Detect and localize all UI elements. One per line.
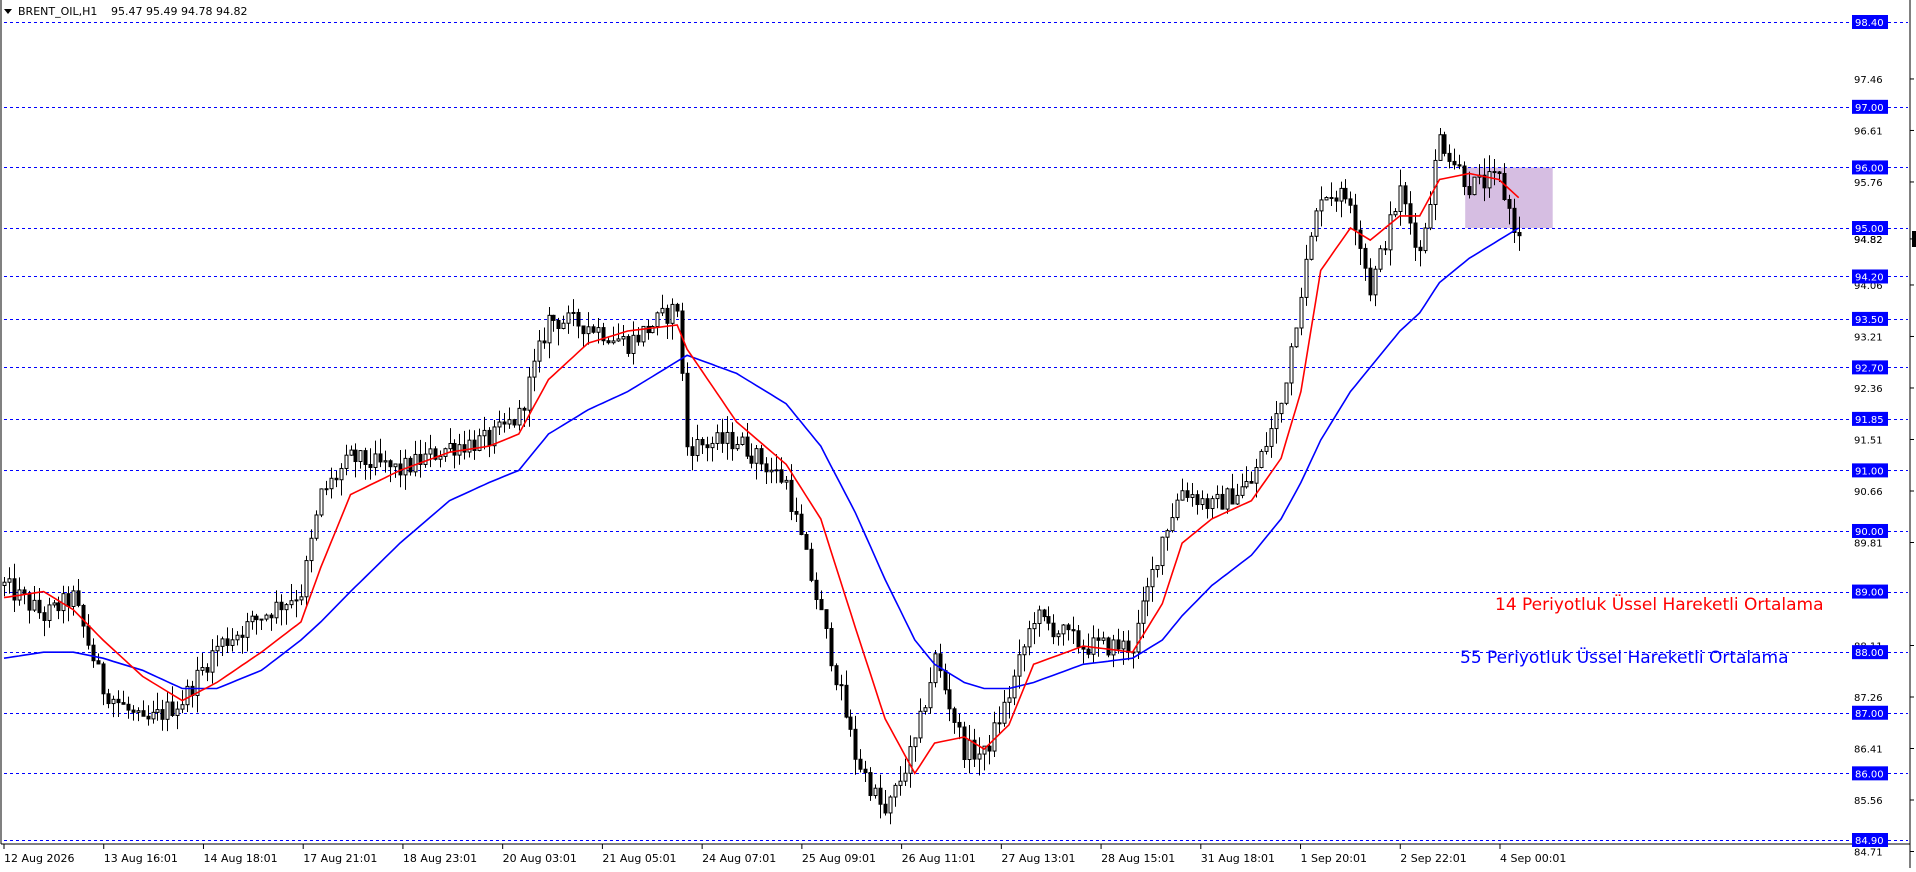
x-tick-label: 14 Aug 18:01 bbox=[203, 852, 277, 865]
level-label: 92.70 bbox=[1855, 363, 1884, 374]
x-tick-label: 21 Aug 05:01 bbox=[602, 852, 676, 865]
x-tick-label: 4 Sep 00:01 bbox=[1500, 852, 1566, 865]
chart: 97.46 96.61 95.76 94.82 94.06 93.21 92.36 91.51… bbox=[0, 0, 1916, 868]
x-tick-label: 20 Aug 03:01 bbox=[503, 852, 577, 865]
x-tick-label: 27 Aug 13:01 bbox=[1001, 852, 1075, 865]
y-tick-label: 91.51 bbox=[1854, 435, 1883, 446]
level-label: 89.00 bbox=[1855, 588, 1884, 599]
y-tick-label: 84.71 bbox=[1854, 848, 1883, 859]
level-label: 88.00 bbox=[1855, 648, 1884, 659]
symbol-header: BRENT_OIL,H1 bbox=[18, 5, 97, 18]
x-tick-label: 1 Sep 20:01 bbox=[1301, 852, 1367, 865]
candle bbox=[1259, 449, 1264, 469]
x-tick-label: 12 Aug 2026 bbox=[4, 852, 74, 865]
candle bbox=[319, 488, 324, 518]
x-tick-label: 25 Aug 09:01 bbox=[802, 852, 876, 865]
legend-ema14: 14 Periyotluk Üssel Hareketli Ortalama bbox=[1495, 593, 1824, 615]
candle bbox=[933, 649, 938, 688]
candle bbox=[1106, 636, 1111, 658]
x-tick-label: 28 Aug 15:01 bbox=[1101, 852, 1175, 865]
x-tick-label: 26 Aug 11:01 bbox=[902, 852, 976, 865]
level-label: 90.00 bbox=[1855, 527, 1884, 538]
level-label: 97.00 bbox=[1855, 103, 1884, 114]
level-label: 87.00 bbox=[1855, 709, 1884, 720]
x-tick-label: 2 Sep 22:01 bbox=[1400, 852, 1466, 865]
level-label: 98.40 bbox=[1855, 18, 1884, 29]
last-price-label: 94.82 bbox=[1854, 235, 1883, 246]
candle bbox=[1378, 245, 1383, 273]
y-tick-label: 95.76 bbox=[1854, 178, 1883, 189]
legend-ema55: 55 Periyotluk Üssel Hareketli Ortalama bbox=[1460, 646, 1789, 668]
level-label: 86.00 bbox=[1855, 769, 1884, 780]
x-tick-label: 13 Aug 16:01 bbox=[104, 852, 178, 865]
level-label: 95.00 bbox=[1855, 224, 1884, 235]
candle bbox=[685, 362, 690, 456]
candle bbox=[1314, 207, 1319, 242]
candle bbox=[626, 334, 631, 357]
candle bbox=[1472, 176, 1477, 196]
y-tick-label: 87.26 bbox=[1854, 693, 1883, 704]
last-price-marker bbox=[1912, 231, 1916, 247]
candle bbox=[314, 510, 319, 541]
candle bbox=[1284, 382, 1289, 406]
candle bbox=[829, 622, 834, 672]
y-tick-label: 86.41 bbox=[1854, 745, 1883, 756]
y-tick-label: 97.46 bbox=[1854, 75, 1883, 86]
y-tick-label: 90.66 bbox=[1854, 487, 1883, 498]
candle bbox=[650, 325, 655, 334]
candle bbox=[1442, 131, 1447, 157]
level-label: 96.00 bbox=[1855, 163, 1884, 174]
level-label: 93.50 bbox=[1855, 315, 1884, 326]
ohlc-header: 95.47 95.49 94.78 94.82 bbox=[111, 5, 247, 18]
chart-canvas: 97.4696.6195.7694.8294.0693.2192.3691.51… bbox=[0, 0, 1916, 868]
x-tick-label: 24 Aug 07:01 bbox=[702, 852, 776, 865]
y-tick-label: 92.36 bbox=[1854, 384, 1883, 395]
y-tick-label: 93.21 bbox=[1854, 332, 1883, 343]
candle bbox=[1309, 232, 1314, 261]
x-tick-label: 17 Aug 21:01 bbox=[303, 852, 377, 865]
candle bbox=[1294, 327, 1299, 348]
candle bbox=[804, 531, 809, 550]
x-tick-label: 31 Aug 18:01 bbox=[1201, 852, 1275, 865]
level-label: 94.20 bbox=[1855, 272, 1884, 283]
y-tick-label: 85.56 bbox=[1854, 796, 1883, 807]
level-label: 84.90 bbox=[1855, 836, 1884, 847]
x-tick-label: 18 Aug 23:01 bbox=[403, 852, 477, 865]
y-tick-label: 89.81 bbox=[1854, 538, 1883, 549]
level-label: 91.85 bbox=[1855, 415, 1884, 426]
level-label: 91.00 bbox=[1855, 466, 1884, 477]
y-tick-label: 96.61 bbox=[1854, 126, 1883, 137]
candle bbox=[868, 767, 873, 801]
